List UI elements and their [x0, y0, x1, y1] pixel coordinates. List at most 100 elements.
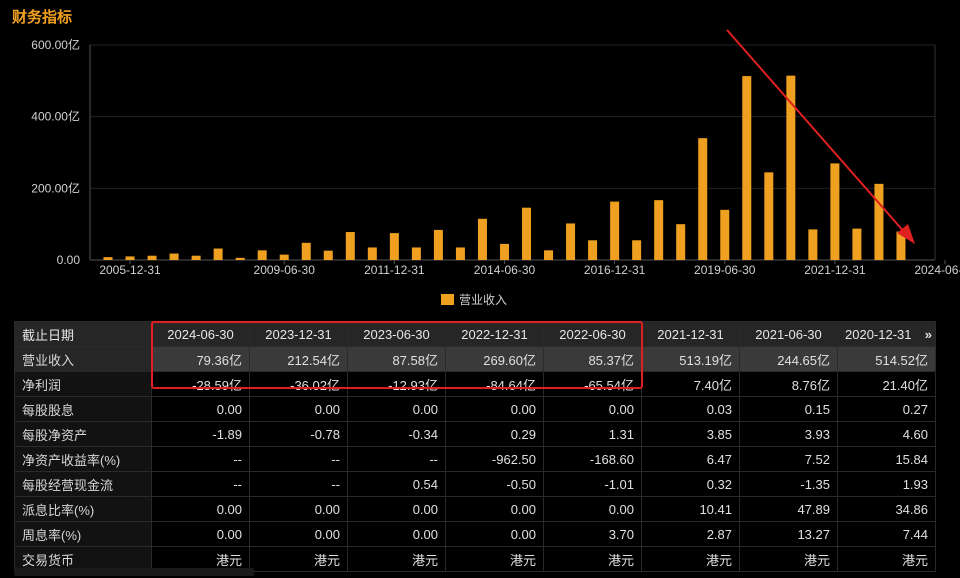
table-cell: -0.78 [249, 421, 348, 447]
row-label: 每股净资产 [14, 421, 152, 447]
header-date: 2022-06-30 [543, 321, 642, 347]
y-tick-label: 200.00亿 [31, 180, 80, 195]
bar [720, 209, 730, 260]
x-tick-label: 2009-06-30 [254, 263, 316, 277]
table-cell: 0.00 [445, 396, 544, 422]
bar [279, 254, 289, 260]
table-cell: 8.76亿 [739, 371, 838, 397]
x-tick-label: 2011-12-31 [364, 263, 425, 277]
table-cell: 0.54 [347, 471, 446, 497]
bar [808, 229, 818, 260]
table-cell: 港元 [445, 546, 544, 572]
bar [874, 183, 884, 260]
table-cell: 1.93 [837, 471, 936, 497]
table-cell: 15.84 [837, 446, 936, 472]
header-date: 2023-12-31 [249, 321, 348, 347]
header-date: 2024-06-30 [151, 321, 250, 347]
header-label: 截止日期 [14, 321, 152, 347]
table-cell: 0.03 [641, 396, 740, 422]
table-cell: -- [151, 471, 250, 497]
table-cell: 85.37亿 [543, 346, 642, 372]
table-cell: 0.00 [249, 396, 348, 422]
table-cell: -28.59亿 [151, 371, 250, 397]
table-cell: 4.60 [837, 421, 936, 447]
table-cell: 47.89 [739, 496, 838, 522]
table-row: 净利润 -28.59亿 -36.02亿 -12.93亿 -84.64亿 -65.54亿 7.… [14, 371, 936, 397]
bar [830, 163, 840, 260]
x-tick-label: 2014-06-30 [474, 263, 536, 277]
table-cell: 3.85 [641, 421, 740, 447]
table-cell: 212.54亿 [249, 346, 348, 372]
bar [345, 232, 355, 260]
legend-swatch [441, 294, 454, 305]
table-cell: -- [151, 446, 250, 472]
table-cell: 0.15 [739, 396, 838, 422]
table-row: 周息率(%) 0.00 0.00 0.00 0.00 3.70 2.87 13.27 7.44 [14, 521, 936, 547]
bar [367, 247, 377, 260]
x-tick-label: 2005-12-31 [99, 263, 161, 277]
bar [389, 233, 399, 260]
row-label: 派息比率(%) [14, 496, 152, 522]
y-tick-label: 400.00亿 [31, 109, 80, 124]
bar [632, 240, 642, 260]
row-label: 营业收入 [14, 346, 152, 372]
table-cell: 7.52 [739, 446, 838, 472]
table-cell: 7.40亿 [641, 371, 740, 397]
revenue-bar-chart: 600.00亿 400.00亿 200.00亿 0.00 2005-12-31 2009-… [31, 29, 960, 307]
financial-indicators-table: 截止日期 2024-06-30 2023-12-31 2023-06-30 2022-1… [14, 321, 936, 572]
x-tick-label: 2016-12-31 [584, 263, 646, 277]
bar [213, 248, 223, 260]
table-cell: 13.27 [739, 521, 838, 547]
table-cell: 0.00 [347, 521, 446, 547]
table-cell: 21.40亿 [837, 371, 936, 397]
table-cell: -- [347, 446, 446, 472]
table-cell: 0.00 [543, 396, 642, 422]
scroll-right-icon[interactable]: » [925, 327, 932, 342]
bar [698, 138, 708, 260]
table-cell: 1.31 [543, 421, 642, 447]
table-cell: -168.60 [543, 446, 642, 472]
table-header-row: 截止日期 2024-06-30 2023-12-31 2023-06-30 2022-1… [14, 321, 936, 347]
table-cell: 3.93 [739, 421, 838, 447]
table-row: 每股经营现金流 -- -- 0.54 -0.50 -1.01 0.32 -1.35 1.93 [14, 471, 936, 497]
table-cell: -65.54亿 [543, 371, 642, 397]
bar [654, 200, 664, 260]
table-row: 派息比率(%) 0.00 0.00 0.00 0.00 0.00 10.41 47.89 34.… [14, 496, 936, 522]
table-cell: -0.34 [347, 421, 446, 447]
bar [235, 257, 245, 260]
table-cell: 0.29 [445, 421, 544, 447]
header-date: 2022-12-31 [445, 321, 544, 347]
table-cell: 269.60亿 [445, 346, 544, 372]
bar [191, 255, 201, 260]
table-cell: 0.00 [151, 496, 250, 522]
bar [169, 253, 179, 260]
row-label: 净资产收益率(%) [14, 446, 152, 472]
table-cell: 0.00 [347, 496, 446, 522]
table-cell: 0.00 [151, 396, 250, 422]
table-row: 净资产收益率(%) -- -- -- -962.50 -168.60 6.47 7.52 15.… [14, 446, 936, 472]
y-tick-label: 0.00 [57, 253, 81, 267]
bar [433, 229, 443, 260]
table-cell: 港元 [641, 546, 740, 572]
table-cell: 2.87 [641, 521, 740, 547]
bar [301, 242, 311, 260]
table-cell: -1.35 [739, 471, 838, 497]
table-cell: 0.00 [249, 521, 348, 547]
table-cell: 514.52亿 [837, 346, 936, 372]
row-label: 周息率(%) [14, 521, 152, 547]
table-cell: 3.70 [543, 521, 642, 547]
table-cell: -0.50 [445, 471, 544, 497]
table-cell: -12.93亿 [347, 371, 446, 397]
table-cell: 港元 [543, 546, 642, 572]
table-cell: -1.01 [543, 471, 642, 497]
bar [544, 250, 554, 260]
header-date: 2021-06-30 [739, 321, 838, 347]
table-cell: 0.00 [543, 496, 642, 522]
table-cell: -36.02亿 [249, 371, 348, 397]
table-cell: -962.50 [445, 446, 544, 472]
bar [742, 76, 752, 260]
bar [411, 247, 421, 260]
table-cell: -84.64亿 [445, 371, 544, 397]
table-cell: 0.00 [151, 521, 250, 547]
horizontal-scrollbar[interactable] [14, 568, 254, 576]
